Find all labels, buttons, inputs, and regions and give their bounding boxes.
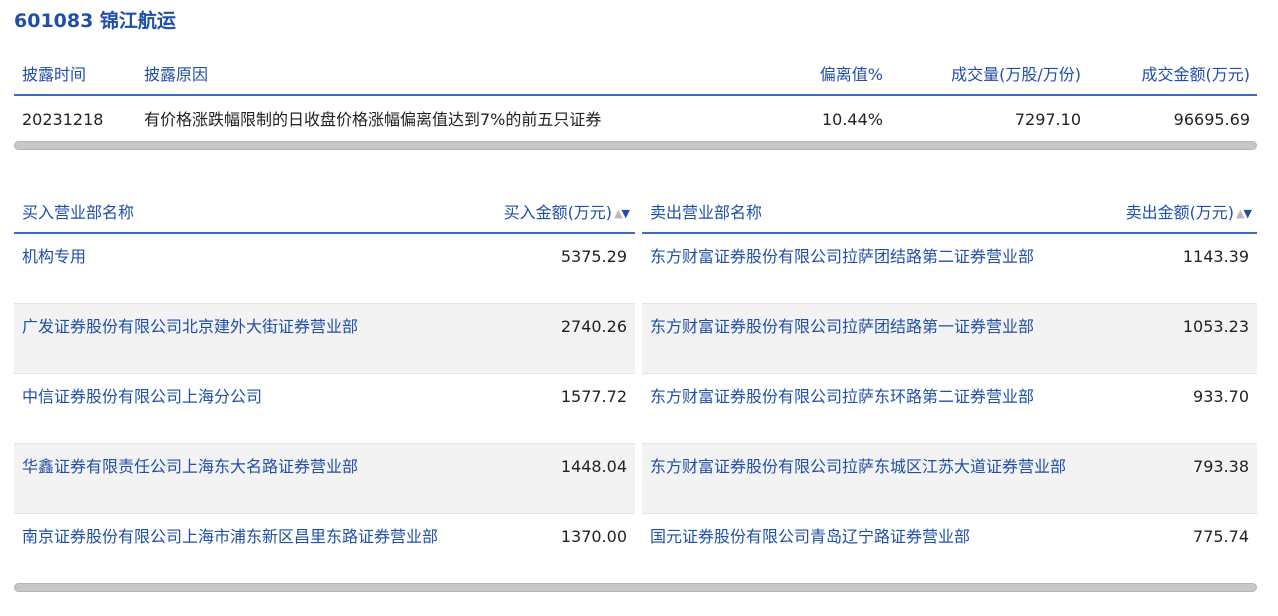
sell-branch-name[interactable]: 东方财富证券股份有限公司拉萨团结路第一证券营业部 [650, 314, 1080, 340]
disclosure-time: 20231218 [22, 110, 104, 129]
buy-amount: 1448.04 [560, 457, 627, 476]
buy-branch-name[interactable]: 华鑫证券有限责任公司上海东大名路证券营业部 [22, 454, 472, 480]
table-row: 东方财富证券股份有限公司拉萨东城区江苏大道证券营业部 793.38 [642, 444, 1257, 514]
sell-branch-header: 卖出营业部名称 [650, 203, 763, 222]
horizontal-scrollbar-top[interactable] [14, 141, 1257, 150]
volume-value: 7297.10 [1014, 110, 1081, 129]
disclosure-header-row: 披露时间 披露原因 偏离值% 成交量(万股/万份) 成交金额(万元) [14, 56, 1257, 96]
header-deviation: 偏离值% [819, 65, 883, 84]
horizontal-scrollbar-bottom[interactable] [14, 583, 1257, 592]
sort-icon[interactable]: ▲▼ [614, 195, 631, 233]
buy-branch-name[interactable]: 机构专用 [22, 244, 472, 270]
amount-value: 96695.69 [1173, 110, 1250, 129]
page: 601083 锦江航运 披露时间 披露原因 偏离值% 成交量(万股/万份) 成交… [0, 0, 1278, 616]
table-row: 东方财富证券股份有限公司拉萨团结路第一证券营业部 1053.23 [642, 304, 1257, 374]
sort-down-icon: ▼ [621, 206, 631, 220]
sell-amount-header[interactable]: 卖出金额(万元) ▲▼ [1125, 194, 1253, 233]
table-row: 南京证券股份有限公司上海市浦东新区昌里东路证券营业部 1370.00 [14, 514, 635, 584]
table-row: 华鑫证券有限责任公司上海东大名路证券营业部 1448.04 [14, 444, 635, 514]
header-volume: 成交量(万股/万份) [951, 65, 1081, 84]
buy-table: 买入营业部名称 买入金额(万元) ▲▼ 机构专用 5375.29 广发证券股份有限… [14, 194, 635, 584]
sell-amount: 933.70 [1193, 387, 1249, 406]
table-row: 东方财富证券股份有限公司拉萨团结路第二证券营业部 1143.39 [642, 234, 1257, 304]
buy-header-row: 买入营业部名称 买入金额(万元) ▲▼ [14, 194, 635, 234]
table-row: 中信证券股份有限公司上海分公司 1577.72 [14, 374, 635, 444]
table-row: 国元证券股份有限公司青岛辽宁路证券营业部 775.74 [642, 514, 1257, 584]
sort-up-icon: ▲ [614, 206, 623, 220]
sell-amount: 1143.39 [1182, 247, 1249, 266]
sell-branch-name[interactable]: 东方财富证券股份有限公司拉萨东城区江苏大道证券营业部 [650, 454, 1080, 480]
buy-amount-header-label: 买入金额(万元) [503, 203, 613, 222]
sort-up-icon: ▲ [1236, 206, 1245, 220]
table-row: 广发证券股份有限公司北京建外大街证券营业部 2740.26 [14, 304, 635, 374]
sell-header-row: 卖出营业部名称 卖出金额(万元) ▲▼ [642, 194, 1257, 234]
disclosure-data-row: 20231218 有价格涨跌幅限制的日收盘价格涨幅偏离值达到7%的前五只证券 1… [14, 96, 1257, 142]
buy-amount: 2740.26 [560, 317, 627, 336]
buy-branch-name[interactable]: 广发证券股份有限公司北京建外大街证券营业部 [22, 314, 472, 340]
sort-down-icon: ▼ [1243, 206, 1253, 220]
disclosure-reason: 有价格涨跌幅限制的日收盘价格涨幅偏离值达到7%的前五只证券 [144, 110, 602, 129]
buy-amount: 5375.29 [560, 247, 627, 266]
buy-branch-name[interactable]: 中信证券股份有限公司上海分公司 [22, 384, 472, 410]
sell-amount: 1053.23 [1182, 317, 1249, 336]
buy-amount-header[interactable]: 买入金额(万元) ▲▼ [503, 194, 631, 233]
page-title: 601083 锦江航运 [14, 10, 176, 32]
buy-amount: 1577.72 [560, 387, 627, 406]
buy-amount: 1370.00 [560, 527, 627, 546]
sell-amount-header-label: 卖出金额(万元) [1125, 203, 1235, 222]
sell-amount: 775.74 [1193, 527, 1249, 546]
sell-table: 卖出营业部名称 卖出金额(万元) ▲▼ 东方财富证券股份有限公司拉萨团结路第二证券… [642, 194, 1257, 584]
sell-branch-name[interactable]: 东方财富证券股份有限公司拉萨东环路第二证券营业部 [650, 384, 1080, 410]
header-disclosure-reason: 披露原因 [144, 65, 209, 84]
buy-branch-name[interactable]: 南京证券股份有限公司上海市浦东新区昌里东路证券营业部 [22, 524, 472, 550]
header-disclosure-time: 披露时间 [22, 65, 87, 84]
table-row: 机构专用 5375.29 [14, 234, 635, 304]
header-amount: 成交金额(万元) [1141, 65, 1251, 84]
disclosure-table: 披露时间 披露原因 偏离值% 成交量(万股/万份) 成交金额(万元) 20231… [14, 56, 1257, 142]
sell-branch-name[interactable]: 国元证券股份有限公司青岛辽宁路证券营业部 [650, 524, 1080, 550]
sort-icon[interactable]: ▲▼ [1236, 195, 1253, 233]
deviation-value: 10.44% [821, 110, 883, 129]
buy-branch-header: 买入营业部名称 [22, 203, 135, 222]
sell-branch-name[interactable]: 东方财富证券股份有限公司拉萨团结路第二证券营业部 [650, 244, 1080, 270]
table-row: 东方财富证券股份有限公司拉萨东环路第二证券营业部 933.70 [642, 374, 1257, 444]
sell-amount: 793.38 [1193, 457, 1249, 476]
